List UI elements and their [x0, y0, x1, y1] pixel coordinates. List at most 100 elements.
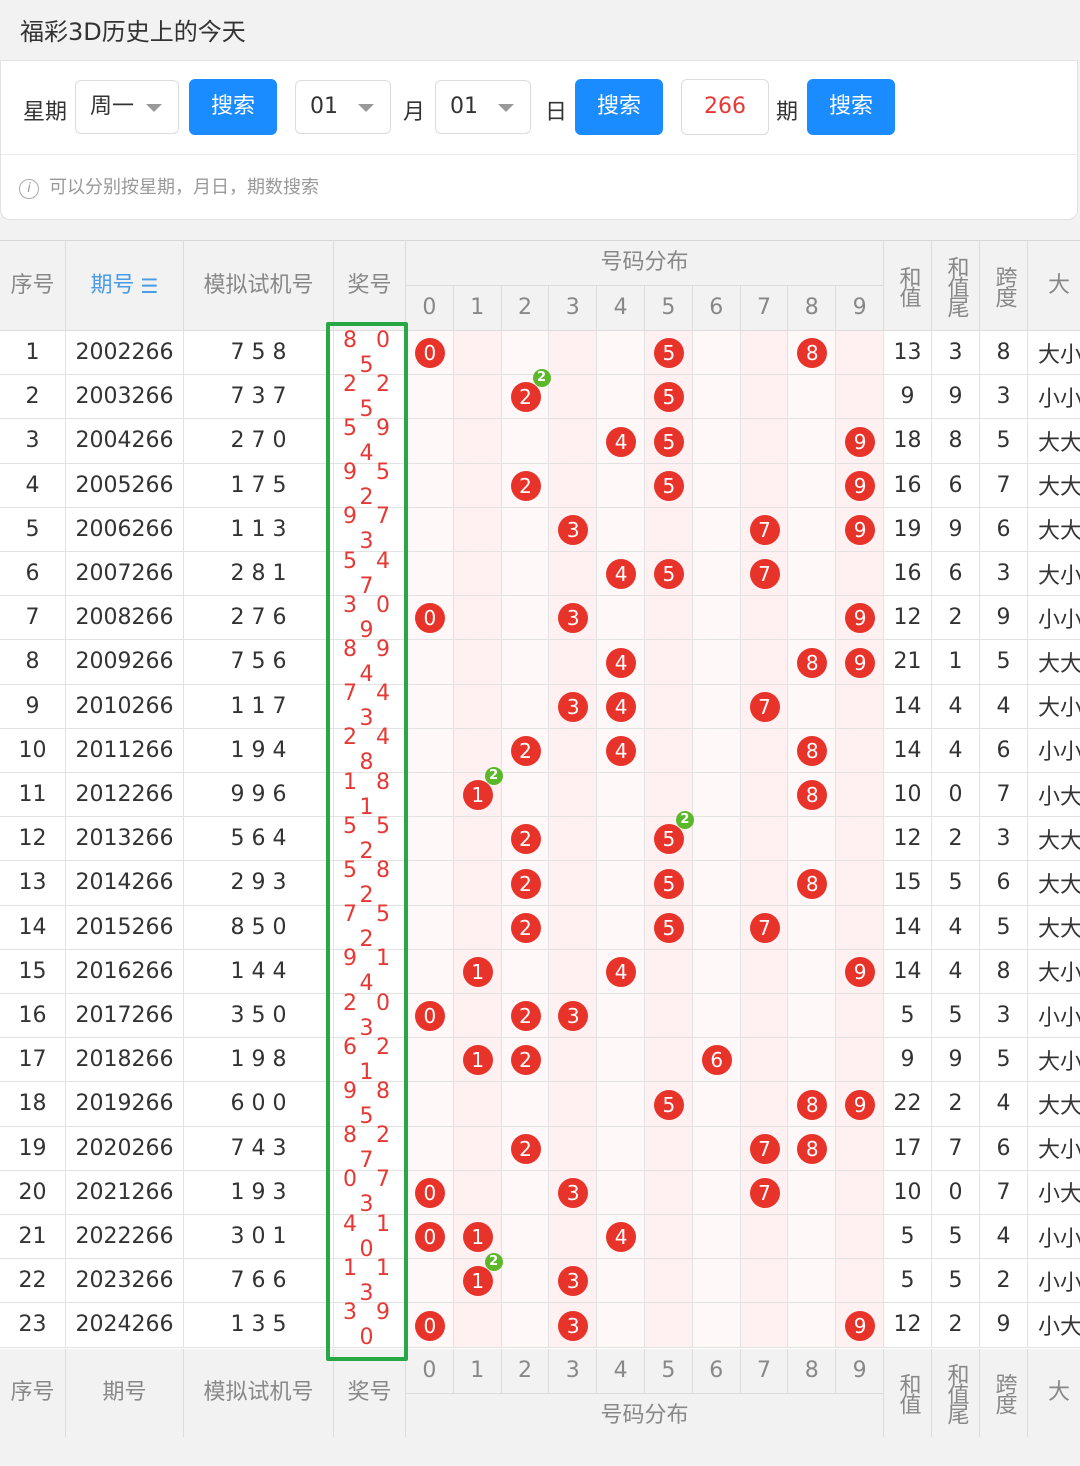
distribution-cell [549, 640, 598, 685]
number-ball: 8 [797, 647, 828, 678]
header-span: 跨度 [980, 1348, 1028, 1437]
distribution-cell [549, 1126, 598, 1171]
distribution-cell [549, 375, 598, 420]
header-big-small: 大 [1028, 241, 1080, 331]
row-sum: 17 [884, 1126, 932, 1171]
row-sum: 15 [884, 861, 932, 906]
history-table: 序号 期号 ☰ 模拟试机号 奖号 号码分布 0 1 2 3 4 5 6 7 8 9 和值 和值尾 跨度大 1 20022… [0, 240, 1080, 1437]
row-sum: 14 [884, 684, 932, 729]
row-sum-tail: 4 [932, 949, 980, 994]
row-prize-number: 2 2 5 [334, 372, 406, 422]
distribution-cell [453, 1082, 502, 1127]
row-sum: 12 [884, 1303, 932, 1348]
row-big-small: 小小 [1028, 596, 1080, 641]
number-ball: 3 [558, 1310, 589, 1341]
header-sum-label: 和值 [895, 265, 921, 306]
issue-input[interactable]: 266 [681, 79, 769, 135]
number-ball: 4 [606, 1222, 637, 1253]
row-test-number: 1 1 3 [184, 507, 334, 552]
row-sum: 5 [884, 1215, 932, 1260]
header-digit-2: 2 [501, 286, 550, 331]
row-sum: 5 [884, 994, 932, 1039]
number-ball: 5 [653, 912, 684, 943]
distribution-cell [597, 1126, 645, 1171]
distribution-cell [788, 1303, 837, 1348]
distribution-cell [501, 1303, 550, 1348]
row-test-number: 7 5 6 [184, 640, 334, 685]
header-issue-label: 期号 [102, 1380, 147, 1406]
distribution-cell [740, 375, 789, 420]
distribution-cell [597, 507, 645, 552]
row-sum: 12 [884, 596, 932, 641]
distribution-cell [836, 552, 884, 597]
row-test-number: 1 7 5 [184, 463, 334, 508]
header-sum-tail: 和值尾 [932, 241, 980, 331]
distribution-cell [645, 994, 693, 1039]
distribution-cell [453, 684, 502, 729]
row-sum-tail: 4 [932, 684, 980, 729]
row-issue: 2022266 [66, 1215, 184, 1260]
date-search-button[interactable]: 搜索 [575, 79, 663, 135]
header-digit-8: 8 [788, 1348, 837, 1394]
number-ball: 4 [606, 735, 637, 766]
row-test-number: 7 3 7 [184, 375, 334, 420]
row-test-number: 3 5 0 [184, 994, 334, 1039]
distribution-cell [406, 684, 454, 729]
weekday-search-button[interactable]: 搜索 [189, 79, 277, 135]
issue-search-button[interactable]: 搜索 [807, 79, 895, 135]
row-test-number: 3 0 1 [184, 1215, 334, 1260]
month-select[interactable]: 01 [295, 80, 391, 134]
distribution-cell [836, 994, 884, 1039]
row-span: 7 [980, 1170, 1028, 1215]
header-issue[interactable]: 期号 ☰ [66, 241, 184, 331]
distribution-cell [453, 1303, 502, 1348]
row-issue: 2008266 [66, 596, 184, 641]
row-span: 4 [980, 1215, 1028, 1260]
weekday-select[interactable]: 周一 [75, 80, 179, 134]
distribution-cell [788, 994, 837, 1039]
distribution-cell [453, 463, 502, 508]
row-issue: 2003266 [66, 375, 184, 420]
day-select[interactable]: 01 [435, 80, 531, 134]
row-index: 23 [0, 1303, 66, 1348]
distribution-cell [692, 773, 741, 818]
row-issue: 2014266 [66, 861, 184, 906]
distribution-cell [836, 861, 884, 906]
number-ball: 3 [558, 1177, 589, 1208]
row-span: 6 [980, 728, 1028, 773]
row-span: 7 [980, 463, 1028, 508]
row-sum: 18 [884, 419, 932, 464]
header-distribution: 号码分布 [406, 1393, 884, 1437]
distribution-cell [788, 1038, 837, 1083]
distribution-cell [836, 1170, 884, 1215]
distribution-cell [692, 1303, 741, 1348]
distribution-cell [740, 949, 789, 994]
row-sum: 5 [884, 1259, 932, 1304]
distribution-cell [692, 1082, 741, 1127]
header-issue-label: 期号 [90, 272, 135, 298]
row-span: 5 [980, 640, 1028, 685]
row-sum-tail: 9 [932, 375, 980, 420]
number-ball: 8 [797, 1089, 828, 1120]
distribution-cell [406, 773, 454, 818]
row-index: 3 [0, 419, 66, 464]
row-issue: 2016266 [66, 949, 184, 994]
number-ball: 0 [414, 1310, 445, 1341]
distribution-cell [597, 1259, 645, 1304]
row-sum: 14 [884, 905, 932, 950]
distribution-cell [597, 1038, 645, 1083]
row-index: 21 [0, 1215, 66, 1260]
distribution-cell [692, 817, 741, 862]
number-ball: 9 [845, 1310, 876, 1341]
header-span-label: 跨度 [991, 265, 1017, 306]
row-issue: 2017266 [66, 994, 184, 1039]
sort-icon[interactable]: ☰ [141, 276, 159, 296]
distribution-cell [501, 596, 550, 641]
header-digit-5: 5 [645, 286, 693, 331]
number-ball: 2 [510, 382, 541, 413]
row-span: 5 [980, 1038, 1028, 1083]
distribution-cell [501, 640, 550, 685]
row-index: 4 [0, 463, 66, 508]
distribution-cell [836, 375, 884, 420]
row-prize-number: 0 7 3 [334, 1167, 406, 1217]
